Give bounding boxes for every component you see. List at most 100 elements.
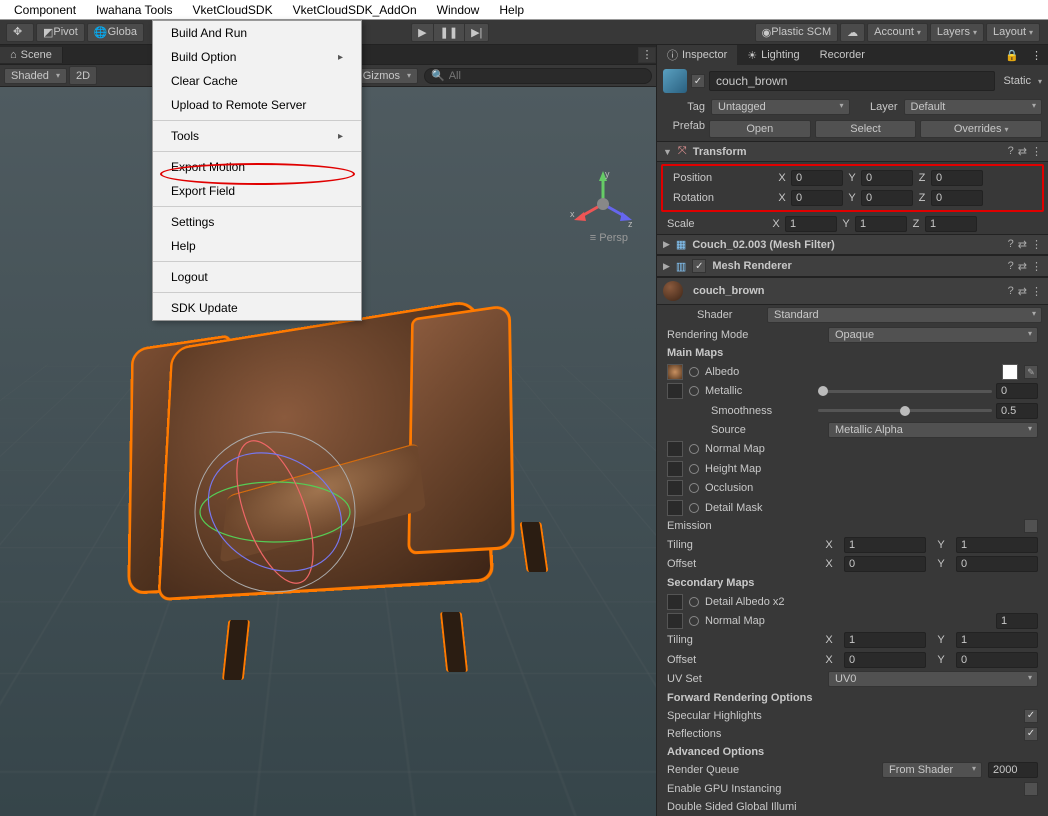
tool-pivot[interactable]: ◩Pivot [36, 23, 85, 42]
menu-upload-remote[interactable]: Upload to Remote Server [153, 93, 361, 117]
object-name-field[interactable] [709, 71, 995, 91]
smoothness-slider[interactable] [818, 409, 992, 412]
picker-icon[interactable] [689, 483, 699, 493]
picker-icon[interactable] [689, 367, 699, 377]
prefab-select-button[interactable]: Select [815, 120, 917, 138]
position-z[interactable] [931, 170, 983, 186]
scale-y[interactable] [855, 216, 907, 232]
menu-app-help[interactable]: Help [153, 234, 361, 258]
detail-albedo-slot[interactable] [667, 594, 683, 610]
menu-help[interactable]: Help [489, 3, 534, 17]
picker-icon[interactable] [689, 444, 699, 454]
prefab-open-button[interactable]: Open [709, 120, 811, 138]
help-icon[interactable]: ? [1008, 260, 1014, 273]
normalmap2-slot[interactable] [667, 613, 683, 629]
offset-x[interactable] [844, 556, 926, 572]
normalmap2-value[interactable] [996, 613, 1038, 629]
smoothness-value[interactable] [996, 403, 1038, 419]
specular-checkbox[interactable] [1024, 709, 1038, 723]
scene-search[interactable]: 🔍 [424, 68, 652, 84]
menu-iwahana-tools[interactable]: Iwahana Tools [86, 3, 183, 17]
menu-window[interactable]: Window [427, 3, 490, 17]
offset-y[interactable] [956, 556, 1038, 572]
orientation-gizmo[interactable]: y x z [568, 169, 638, 239]
picker-icon[interactable] [689, 616, 699, 626]
pause-button[interactable]: ❚❚ [433, 23, 464, 42]
menu-sdk-update[interactable]: SDK Update [153, 296, 361, 320]
scene-tab[interactable]: ⌂Scene [0, 47, 63, 63]
rotation-x[interactable] [791, 190, 843, 206]
albedo-texture-slot[interactable] [667, 364, 683, 380]
tiling-y[interactable] [956, 537, 1038, 553]
help-icon[interactable]: ? [1008, 285, 1014, 298]
uvset-dropdown[interactable]: UV0 [828, 671, 1038, 687]
tab-lighting[interactable]: ☀Lighting [737, 47, 809, 64]
normalmap-slot[interactable] [667, 441, 683, 457]
render-queue-value[interactable] [988, 762, 1038, 778]
menu-vketcloudsdk-addon[interactable]: VketCloudSDK_AddOn [283, 3, 427, 17]
heightmap-slot[interactable] [667, 461, 683, 477]
tool-global[interactable]: 🌐Globa [87, 23, 144, 42]
tiling2-y[interactable] [956, 632, 1038, 648]
scene-tab-options[interactable]: ⋮ [638, 47, 656, 63]
tab-recorder[interactable]: Recorder [810, 47, 875, 63]
menu-clear-cache[interactable]: Clear Cache [153, 69, 361, 93]
material-header[interactable]: couch_brown ?⇄⋮ [657, 277, 1048, 305]
eyedropper-icon[interactable]: ✎ [1024, 365, 1038, 379]
scale-z[interactable] [925, 216, 977, 232]
render-queue-dropdown[interactable]: From Shader [882, 762, 982, 778]
play-button[interactable]: ▶ [411, 23, 432, 42]
menu-vketcloudsdk[interactable]: VketCloudSDK [183, 3, 283, 17]
preset-icon[interactable]: ⇄ [1018, 260, 1027, 273]
reflections-checkbox[interactable] [1024, 727, 1038, 741]
scale-x[interactable] [785, 216, 837, 232]
account-dropdown[interactable]: Account [867, 23, 928, 42]
layout-dropdown[interactable]: Layout [986, 23, 1040, 42]
preset-icon[interactable]: ⇄ [1018, 145, 1027, 158]
inspector-options[interactable]: ⋮ [1031, 49, 1042, 62]
tag-dropdown[interactable]: Untagged [711, 99, 850, 115]
render-mode-dropdown[interactable]: Shaded [4, 68, 67, 84]
active-checkbox[interactable] [691, 74, 705, 88]
detailmask-slot[interactable] [667, 500, 683, 516]
menu-build-and-run[interactable]: Build And Run [153, 21, 361, 45]
menu-component[interactable]: Component [4, 3, 86, 17]
rotation-z[interactable] [931, 190, 983, 206]
offset2-x[interactable] [844, 652, 926, 668]
albedo-color[interactable] [1002, 364, 1018, 380]
menu-icon[interactable]: ⋮ [1031, 260, 1042, 273]
meshfilter-header[interactable]: ▶ ▦ Couch_02.003 (Mesh Filter) ?⇄⋮ [657, 234, 1048, 255]
offset2-y[interactable] [956, 652, 1038, 668]
position-x[interactable] [791, 170, 843, 186]
cloud-button[interactable]: ☁ [840, 23, 865, 42]
source-dropdown[interactable]: Metallic Alpha [828, 422, 1038, 438]
menu-icon[interactable]: ⋮ [1031, 238, 1042, 251]
tiling2-x[interactable] [844, 632, 926, 648]
emission-checkbox[interactable] [1024, 519, 1038, 533]
picker-icon[interactable] [689, 386, 699, 396]
preset-icon[interactable]: ⇄ [1018, 285, 1027, 298]
transform-header[interactable]: ▼ ⤧ Transform ?⇄⋮ [657, 141, 1048, 162]
gpu-instancing-checkbox[interactable] [1024, 782, 1038, 796]
menu-tools[interactable]: Tools [153, 124, 361, 148]
menu-icon[interactable]: ⋮ [1031, 285, 1042, 298]
renderer-enabled-checkbox[interactable] [692, 259, 706, 273]
picker-icon[interactable] [689, 503, 699, 513]
rendering-mode-dropdown[interactable]: Opaque [828, 327, 1038, 343]
tab-inspector[interactable]: ⓘInspector [657, 45, 737, 65]
metallic-texture-slot[interactable] [667, 383, 683, 399]
help-icon[interactable]: ? [1008, 238, 1014, 251]
foldout-icon[interactable]: ▶ [663, 239, 670, 250]
menu-logout[interactable]: Logout [153, 265, 361, 289]
menu-settings[interactable]: Settings [153, 210, 361, 234]
foldout-icon[interactable]: ▶ [663, 261, 670, 272]
menu-icon[interactable]: ⋮ [1031, 145, 1042, 158]
menu-export-motion[interactable]: Export Motion [153, 155, 361, 179]
scene-2d-toggle[interactable]: 2D [69, 66, 97, 85]
scene-search-input[interactable] [449, 70, 645, 82]
metallic-value[interactable] [996, 383, 1038, 399]
shader-dropdown[interactable]: Standard [767, 307, 1042, 323]
picker-icon[interactable] [689, 464, 699, 474]
tool-hand[interactable]: ✥ [6, 23, 34, 42]
layers-dropdown[interactable]: Layers [930, 23, 984, 42]
